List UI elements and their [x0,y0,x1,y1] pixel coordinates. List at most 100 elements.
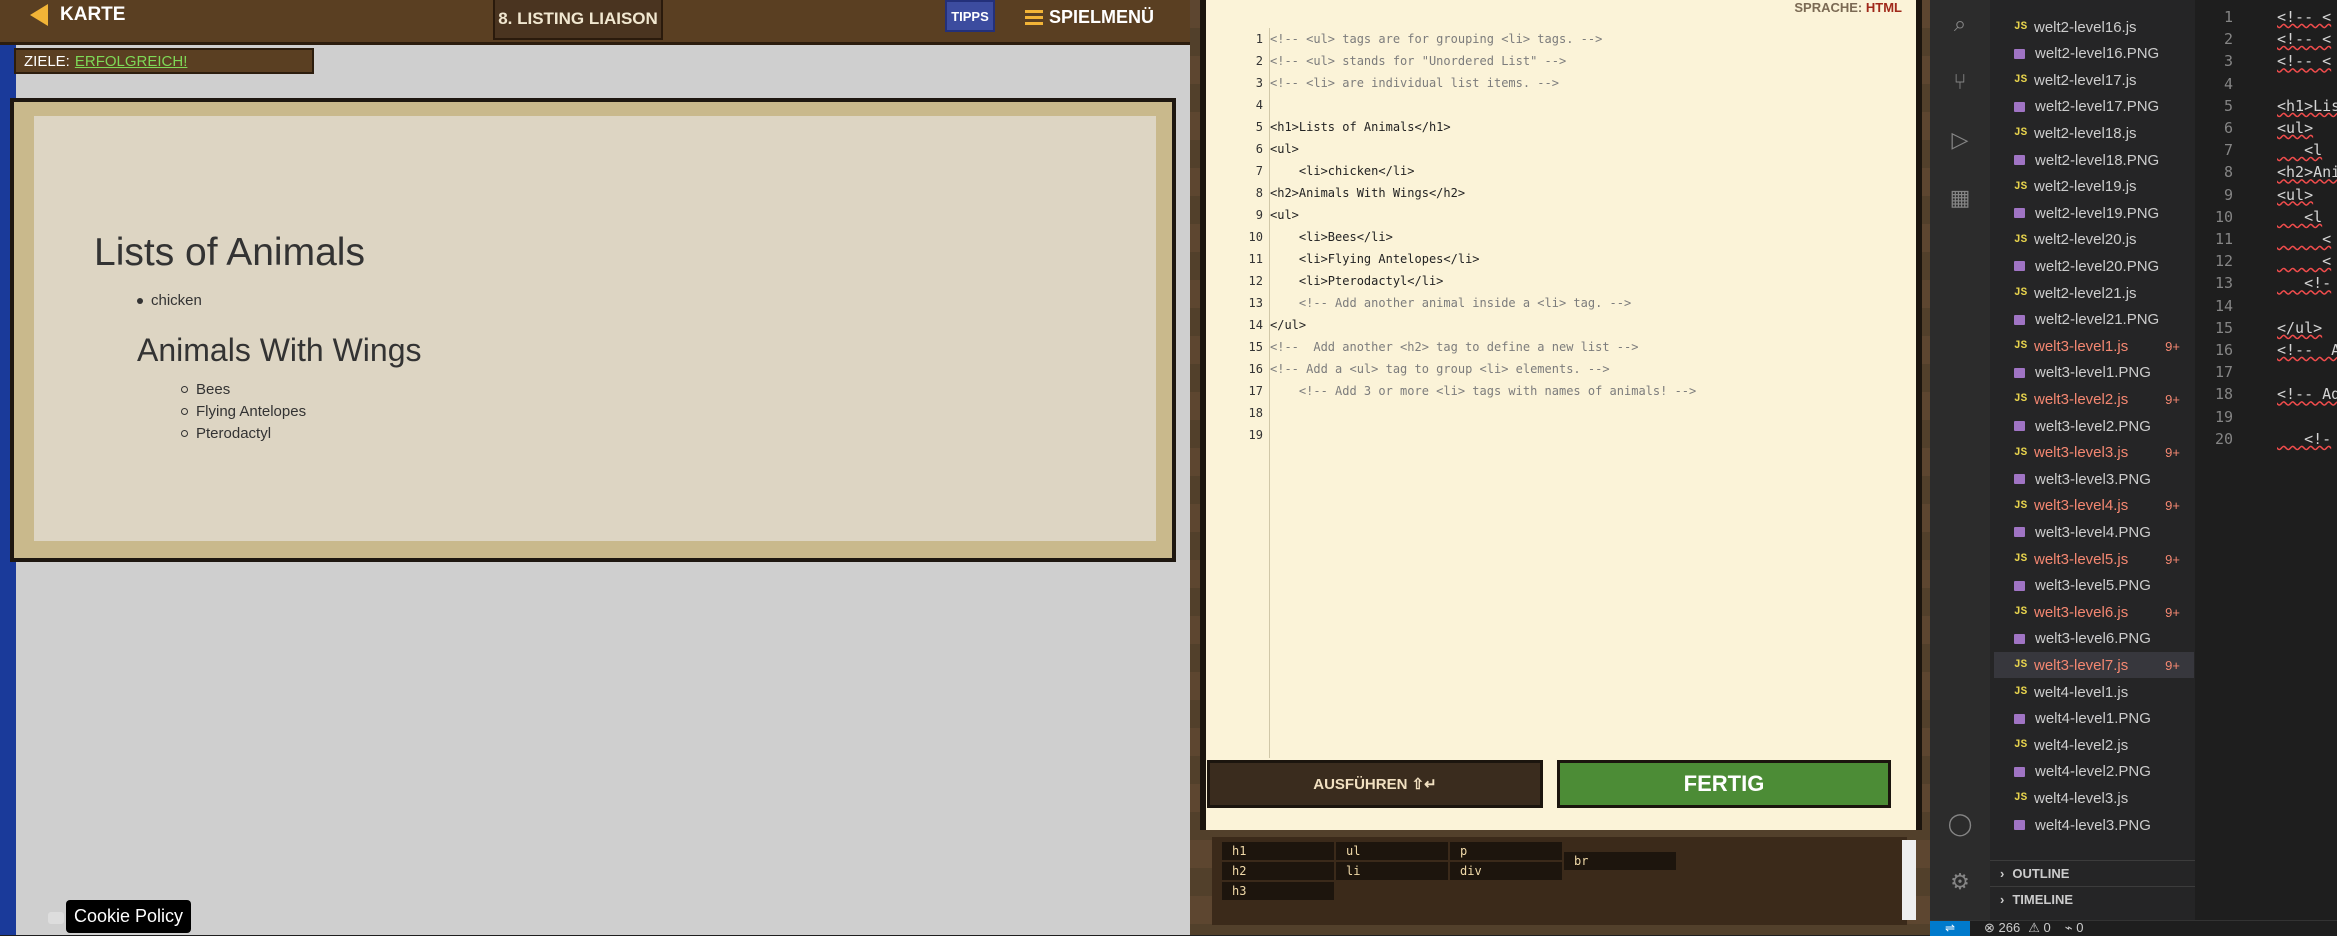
file-item[interactable]: welt2-level18.PNG [1994,147,2194,173]
file-item[interactable]: JS welt2-level17.js [1994,67,2194,93]
file-item[interactable]: welt3-level3.PNG [1994,466,2194,492]
source-control-icon[interactable]: ⑂ [1946,68,1974,96]
code-line[interactable]: <!-- Add 3 or more <li> tags with names … [1270,380,1696,402]
file-item[interactable]: JS welt2-level19.js [1994,174,2194,200]
ports-count[interactable]: ⌁ 0 [2065,920,2084,936]
code-line[interactable]: <ul> [2277,119,2313,137]
code-editor[interactable]: SPRACHE: HTML 1 2 3 4 5 6 7 8 9 10 11 12 13 14 15 16 17 1… [1200,0,1922,830]
file-item[interactable]: JS welt4-level2.js [1994,732,2194,758]
code-line[interactable]: <ul> [1270,138,1299,160]
run-button[interactable]: AUSFÜHREN ⇧↵ [1207,760,1543,808]
extensions-icon[interactable]: ▦ [1946,184,1974,212]
file-item[interactable]: welt3-level4.PNG [1994,519,2194,545]
code-line[interactable]: <!-- Ad [2277,385,2337,403]
snippet-scrollbar[interactable] [1902,840,1916,920]
file-item[interactable]: JS welt2-level20.js [1994,227,2194,253]
file-item[interactable]: JS welt2-level16.js [1994,14,2194,40]
code-line[interactable]: <li>Bees</li> [1270,226,1393,248]
outline-section[interactable]: › OUTLINE [1990,860,2195,886]
code-line[interactable]: <l [2277,141,2322,159]
snippet-h2[interactable]: h2 [1222,862,1334,880]
code-line[interactable]: <ul> [2277,186,2313,204]
file-item[interactable]: welt3-level1.PNG [1994,360,2194,386]
remote-icon[interactable]: ⇌ [1930,920,1970,936]
code-line[interactable]: <!- [2277,274,2331,292]
file-item[interactable]: welt4-level3.PNG [1994,812,2194,838]
code-line[interactable]: <h1>Lis [2277,97,2337,115]
code-line[interactable]: <!-- < [2277,30,2331,48]
file-item[interactable]: welt2-level19.PNG [1994,200,2194,226]
code-line[interactable]: <!-- Add a <ul> tag to group <li> elemen… [1270,358,1610,380]
code-line[interactable]: <!-- <li> are individual list items. --> [1270,72,1559,94]
search-icon[interactable]: ⌕ [1946,10,1974,38]
done-button[interactable]: FERTIG [1557,760,1891,808]
file-item[interactable]: welt2-level20.PNG [1994,253,2194,279]
code-line[interactable]: <!-- Add another <h2> tag to define a ne… [1270,336,1638,358]
code-line[interactable]: <h2>Ani [2277,163,2337,181]
line-number: 8 [1255,186,1263,200]
code-line[interactable]: <ul> [1270,204,1299,226]
run-debug-icon[interactable]: ▷ [1946,126,1974,154]
timeline-section[interactable]: › TIMELINE [1990,886,2195,912]
code-line[interactable]: <!-- < [2277,8,2331,26]
file-item[interactable]: JS welt3-level2.js 9+ [1994,386,2194,412]
snippet-h1[interactable]: h1 [1222,842,1334,860]
game-menu-button[interactable]: SPIELMENÜ [1025,0,1154,34]
vscode-editor[interactable]: 1 <!-- < 2 <!-- < 3 <!-- < 4 5 <h1>Lis 6 <ul> 7 <l 8… [2195,0,2337,920]
snippet-ul[interactable]: ul [1336,842,1448,860]
cookie-policy-button[interactable]: Cookie Policy [66,900,192,933]
preview-list-item: Flying Antelopes [181,403,306,420]
code-line[interactable]: < [2277,230,2331,248]
file-item[interactable]: JS welt3-level7.js 9+ [1994,652,2194,679]
errors-count[interactable]: ⊗ 266 [1984,920,2020,936]
code-line[interactable]: </ul> [2277,319,2322,337]
file-item[interactable]: welt4-level2.PNG [1994,759,2194,785]
file-item[interactable]: welt2-level21.PNG [1994,307,2194,333]
file-item[interactable]: JS welt3-level4.js 9+ [1994,493,2194,519]
file-item[interactable]: JS welt3-level5.js 9+ [1994,546,2194,572]
file-item[interactable]: welt2-level17.PNG [1994,94,2194,120]
code-line[interactable]: <li>Pterodactyl</li> [1270,270,1444,292]
file-item[interactable]: JS welt3-level1.js 9+ [1994,333,2194,359]
settings-gear-icon[interactable]: ⚙ [1946,868,1974,896]
code-line[interactable]: <!-- A [2277,341,2337,359]
code-line[interactable]: <li>chicken</li> [1270,160,1415,182]
file-item[interactable]: JS welt4-level1.js [1994,679,2194,705]
code-line[interactable]: <!- [2277,430,2331,448]
hamburger-icon [1025,9,1043,25]
file-item[interactable]: welt3-level6.PNG [1994,626,2194,652]
file-item[interactable]: JS welt4-level3.js [1994,785,2194,811]
account-icon[interactable]: ◯ [1946,810,1974,838]
code-line[interactable]: <!-- Add another animal inside a <li> ta… [1270,292,1631,314]
snippet-li[interactable]: li [1336,862,1448,880]
code-line[interactable]: <!-- < [2277,52,2331,70]
warnings-count[interactable]: ⚠ 0 [2028,920,2051,936]
file-item[interactable]: JS welt2-level21.js [1994,280,2194,306]
file-item[interactable]: welt4-level1.PNG [1994,706,2194,732]
code-line[interactable]: <h2>Animals With Wings</h2> [1270,182,1465,204]
code-line[interactable]: < [2277,252,2331,270]
code-line[interactable]: </ul> [1270,314,1306,336]
image-file-icon [2014,314,2025,325]
file-item[interactable]: welt3-level2.PNG [1994,413,2194,439]
file-item[interactable]: JS welt3-level6.js 9+ [1994,599,2194,625]
code-line[interactable]: <!-- <ul> stands for "Unordered List" --… [1270,50,1566,72]
code-line[interactable]: <!-- <ul> tags are for grouping <li> tag… [1270,28,1602,50]
map-back-button[interactable]: KARTE [30,0,125,30]
file-item[interactable]: JS welt2-level18.js [1994,120,2194,146]
file-item[interactable]: JS welt3-level3.js 9+ [1994,440,2194,466]
file-item[interactable]: welt2-level16.PNG [1994,41,2194,67]
tips-button[interactable]: TIPPS [945,0,995,32]
activity-bar: ⌕ ⑂ ▷ ▦ ◯ ⚙ [1930,0,1990,920]
code-line[interactable]: <l [2277,208,2322,226]
goals-bar[interactable]: ZIELE: ERFOLGREICH! [14,48,314,74]
code-line[interactable]: <h1>Lists of Animals</h1> [1270,116,1451,138]
snippet-h3[interactable]: h3 [1222,882,1334,900]
file-item[interactable]: welt3-level5.PNG [1994,573,2194,599]
snippet-br[interactable]: br [1564,852,1676,870]
snippet-p[interactable]: p [1450,842,1562,860]
file-name: welt4-level3.js [2034,789,2129,807]
code-line[interactable]: <li>Flying Antelopes</li> [1270,248,1480,270]
js-file-icon: JS [2014,659,2028,672]
snippet-div[interactable]: div [1450,862,1562,880]
